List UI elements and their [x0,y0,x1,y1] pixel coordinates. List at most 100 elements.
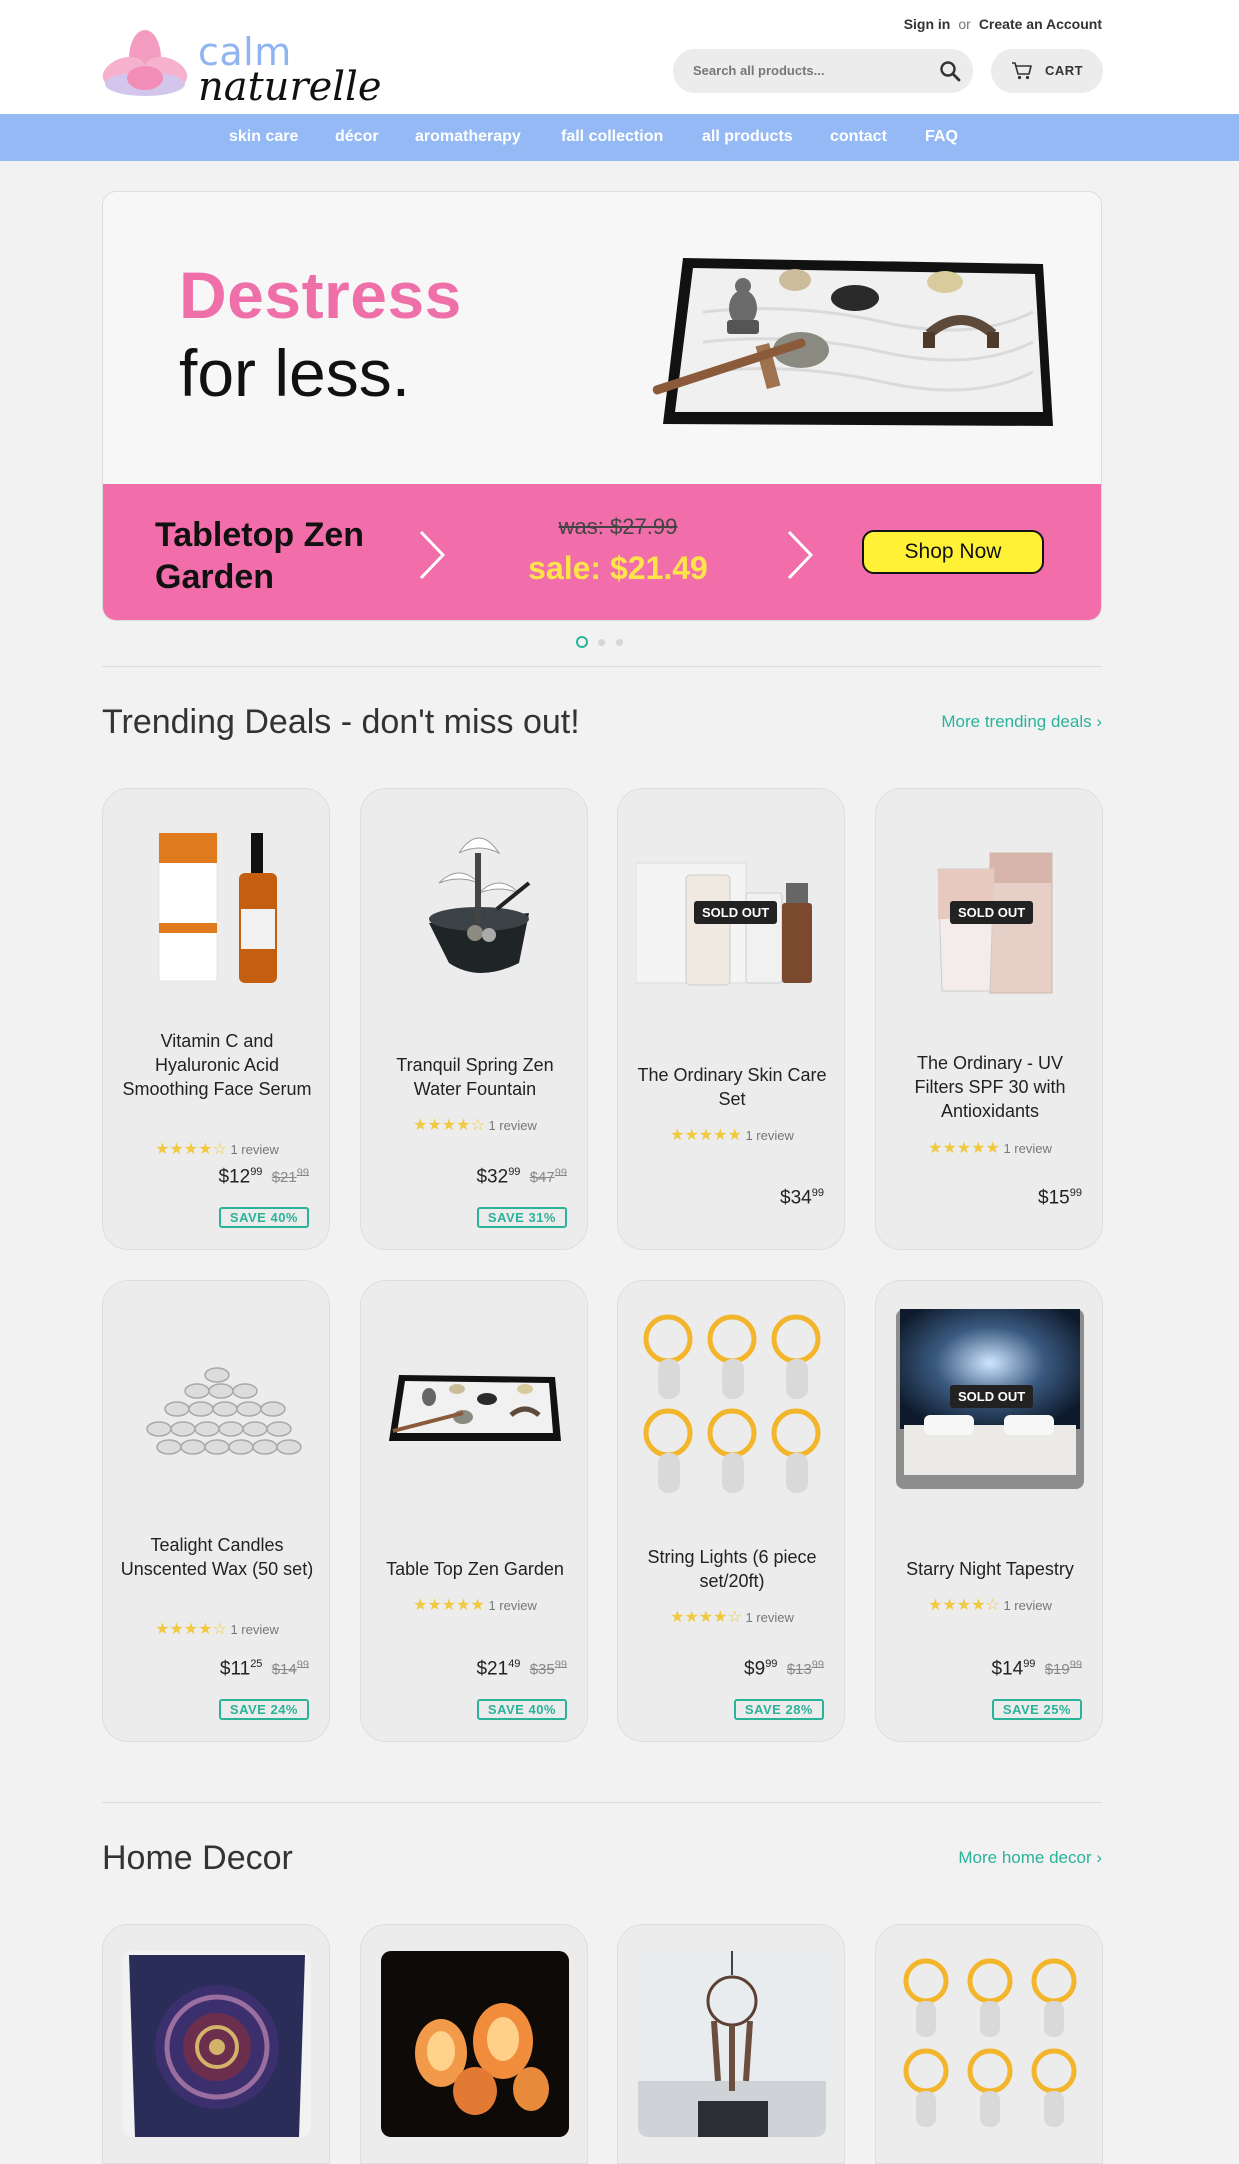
review-count: 1 review [230,1142,279,1157]
product-image [146,1367,302,1455]
product-rating: ★★★★★ 1 review [361,1595,587,1615]
product-card[interactable]: Tealight Candles Unscented Wax (50 set) … [102,1280,330,1742]
product-title[interactable]: Vitamin C and Hyaluronic Acid Smoothing … [117,1029,317,1101]
slide-dot-2[interactable] [598,639,605,646]
nav-skin-care[interactable]: skin care [229,128,298,146]
star-empty-icon: ☆ [212,1141,227,1158]
product-card[interactable]: SOLD OUT Starry Night Tapestry ★★★★☆ 1 r… [875,1280,1103,1742]
trending-title: Trending Deals - don't miss out! [102,703,580,741]
hero-promo-band: Tabletop Zen Garden was: $27.99 sale: $2… [103,484,1101,620]
review-count: 1 review [1003,1141,1052,1156]
product-rating: ★★★★☆ 1 review [103,1139,329,1159]
product-card[interactable]: String Lights (6 piece set/20ft) ★★★★☆ 1… [617,1280,845,1742]
nav-aromatherapy[interactable]: aromatherapy [415,128,521,146]
nav-all-products[interactable]: all products [702,128,793,146]
nav-fall-collection[interactable]: fall collection [561,128,663,146]
cart-button[interactable]: CART [991,49,1103,93]
product-image [123,1951,311,2137]
product-image [381,1951,569,2137]
nav-faq[interactable]: FAQ [925,128,958,146]
zen-garden-image [652,258,1053,426]
product-price: $1499 $1999 [991,1658,1082,1680]
section-divider [102,666,1102,667]
star-icon: ★★★★ [413,1117,471,1134]
product-image [638,1951,826,2137]
more-trending-link[interactable]: More trending deals › [941,712,1102,732]
star-icon: ★★★★★ [670,1127,742,1144]
product-title[interactable]: Tealight Candles Unscented Wax (50 set) [117,1533,317,1581]
account-links: Sign in or Create an Account [904,16,1102,32]
product-title[interactable]: Starry Night Tapestry [890,1557,1090,1581]
site-header: calm naturelle Sign in or Create an Accoun… [0,0,1239,114]
product-image [158,832,277,983]
cart-icon [1012,62,1032,80]
product-rating: ★★★★☆ 1 review [103,1619,329,1639]
product-title[interactable]: String Lights (6 piece set/20ft) [632,1545,832,1593]
product-card[interactable]: Table Top Zen Garden ★★★★★ 1 review $214… [360,1280,588,1742]
star-icon: ★★★★ [155,1141,213,1158]
product-rating: ★★★★★ 1 review [618,1125,844,1145]
star-empty-icon: ☆ [727,1609,742,1626]
nav-contact[interactable]: contact [830,128,887,146]
nav-decor[interactable]: décor [335,128,379,146]
sold-out-badge: SOLD OUT [694,901,778,924]
site-logo[interactable]: calm naturelle [100,28,382,110]
product-image [429,837,531,973]
product-card[interactable] [102,1924,330,2164]
product-image [389,1375,561,1441]
sign-in-link[interactable]: Sign in [904,16,951,32]
product-card[interactable]: Vitamin C and Hyaluronic Acid Smoothing … [102,788,330,1250]
product-title[interactable]: The Ordinary - UV Filters SPF 30 with An… [890,1051,1090,1123]
product-card[interactable]: SOLD OUT The Ordinary Skin Care Set ★★★★… [617,788,845,1250]
product-rating: ★★★★☆ 1 review [618,1607,844,1627]
product-price: $3299 $4799 [476,1166,567,1188]
product-price: $2149 $3599 [476,1658,567,1680]
hero-sale-price: sale: $21.49 [528,550,708,586]
hero-headline-2: for less. [179,336,411,410]
hero-was-price: was: $27.99 [558,514,678,539]
sold-out-badge: SOLD OUT [950,1385,1034,1408]
product-rating: ★★★★☆ 1 review [876,1595,1102,1615]
product-title[interactable]: Table Top Zen Garden [375,1557,575,1581]
product-card[interactable]: SOLD OUT The Ordinary - UV Filters SPF 3… [875,788,1103,1250]
product-card[interactable]: Tranquil Spring Zen Water Fountain ★★★★☆… [360,788,588,1250]
product-rating: ★★★★★ 1 review [876,1138,1102,1158]
star-empty-icon: ☆ [470,1117,485,1134]
shop-now-button[interactable]: Shop Now [862,530,1044,574]
review-count: 1 review [488,1598,537,1613]
slide-dot-3[interactable] [616,639,623,646]
sold-out-badge: SOLD OUT [950,901,1034,924]
product-price: $1599 [1038,1187,1082,1209]
save-badge: SAVE 31% [476,1207,567,1228]
product-title[interactable]: Tranquil Spring Zen Water Fountain [375,1053,575,1101]
or-separator: or [958,16,971,32]
chevron-right-icon [787,530,814,580]
hero-headline-1: Destress [179,258,462,332]
search-input[interactable]: Search all products... [673,49,973,93]
slide-dot-1[interactable] [576,636,588,648]
lotus-logo-icon [102,30,188,96]
review-count: 1 review [488,1118,537,1133]
product-title[interactable]: The Ordinary Skin Care Set [632,1063,832,1111]
star-icon: ★★★★ [670,1609,728,1626]
create-account-link[interactable]: Create an Account [979,16,1102,32]
hero-slideshow[interactable]: Destress for less. Tabletop Zen Garden w… [102,191,1102,621]
section-divider [102,1802,1102,1803]
home-decor-title: Home Decor [102,1839,293,1877]
save-badge: SAVE 40% [218,1207,309,1228]
hero-product-name: Tabletop Zen Garden [155,516,365,596]
product-card[interactable] [360,1924,588,2164]
save-badge: SAVE 25% [991,1699,1082,1720]
star-icon: ★★★★ [155,1621,213,1638]
product-price: $1125 $1499 [219,1658,309,1680]
save-badge: SAVE 40% [476,1699,567,1720]
search-placeholder: Search all products... [693,63,825,78]
product-card[interactable] [617,1924,845,2164]
save-badge: SAVE 28% [733,1699,824,1720]
more-home-decor-link[interactable]: More home decor › [958,1848,1102,1868]
product-image [896,1951,1084,2137]
search-icon[interactable] [939,60,961,82]
cart-label: CART [1045,63,1084,78]
product-rating: ★★★★☆ 1 review [361,1115,587,1135]
product-card[interactable] [875,1924,1103,2164]
